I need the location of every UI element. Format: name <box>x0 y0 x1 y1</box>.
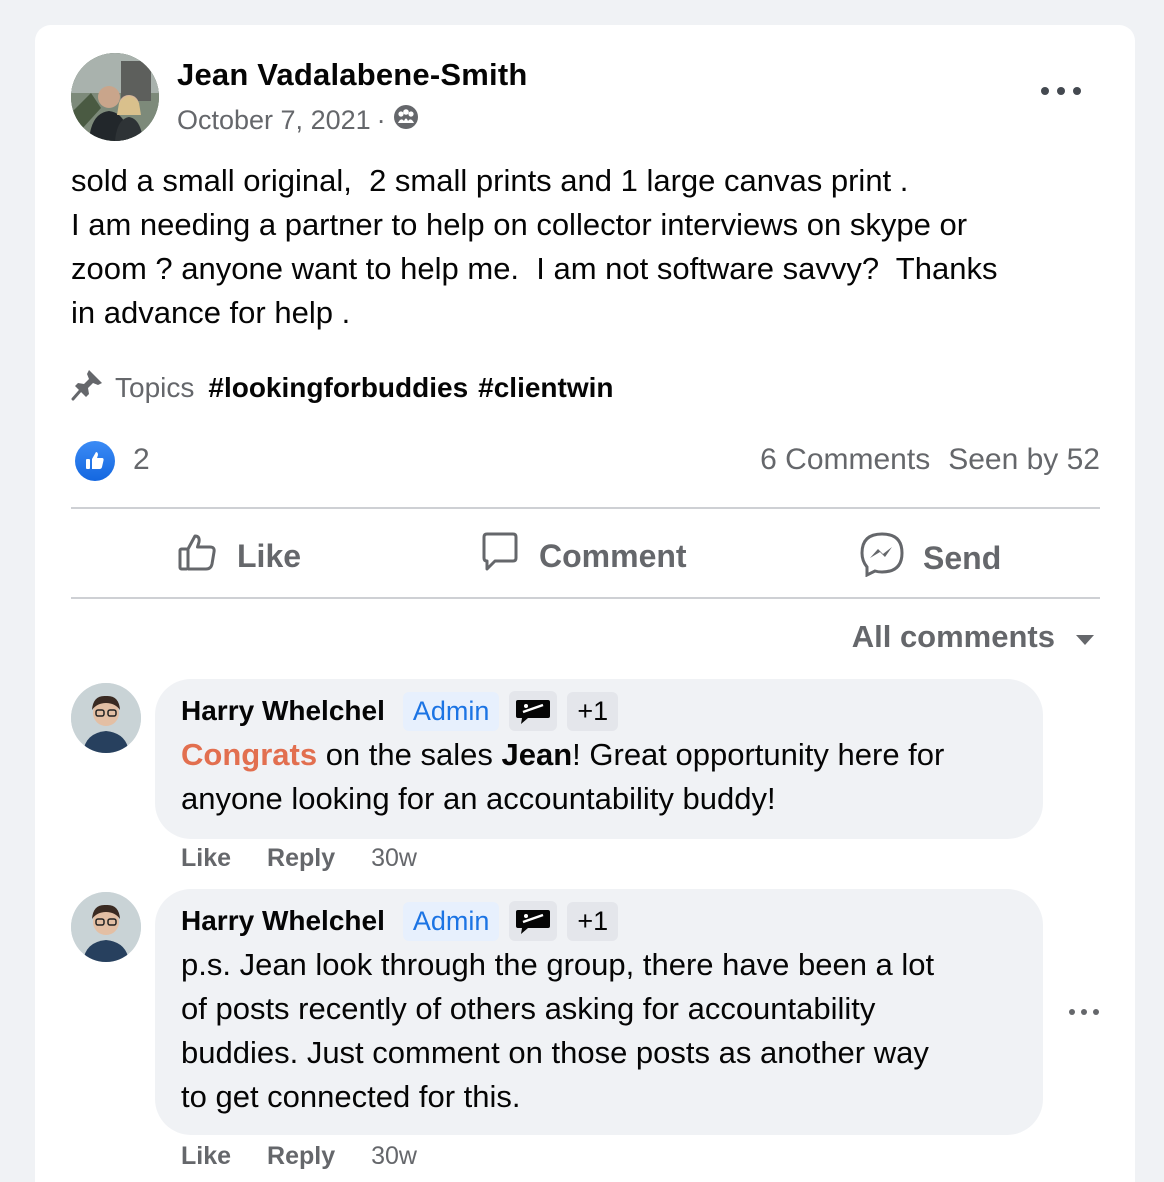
thumbs-up-icon <box>177 531 219 581</box>
comment-sort-dropdown[interactable]: All comments <box>852 619 1095 655</box>
comment-text-part: anyone looking for an accountability bud… <box>181 781 776 816</box>
post-card: Jean Vadalabene-Smith October 7, 2021 · … <box>35 25 1135 1182</box>
commenter-name[interactable]: Harry Whelchel <box>181 905 385 937</box>
comment-actions: Like Reply 30w <box>181 844 417 873</box>
comment-label: Comment <box>539 537 687 574</box>
more-badges-count[interactable]: +1 <box>567 691 619 731</box>
dot <box>1081 1009 1087 1015</box>
post-line: sold a small original, 2 small prints an… <box>71 163 909 198</box>
topics-row: Topics #lookingforbuddies #clientwin <box>71 367 624 408</box>
comment-timestamp[interactable]: 30w <box>371 844 417 873</box>
author-name[interactable]: Jean Vadalabene-Smith <box>177 57 528 93</box>
commenter-name[interactable]: Harry Whelchel <box>181 695 385 727</box>
comment-bubble: Harry Whelchel Admin +1 p.s. Jean look t… <box>155 889 1043 1135</box>
comment-line: buddies. Just comment on those posts as … <box>181 1035 929 1070</box>
commenter-avatar[interactable] <box>71 683 141 753</box>
comment-line: of posts recently of others asking for a… <box>181 991 876 1026</box>
comment-button[interactable]: Comment <box>479 531 687 581</box>
comment-reply-button[interactable]: Reply <box>267 1142 335 1171</box>
comment-line: p.s. Jean look through the group, there … <box>181 947 935 982</box>
highlight-word: Congrats <box>181 737 318 772</box>
topic-tag[interactable]: #lookingforbuddies <box>208 372 468 404</box>
comment-icon <box>479 531 521 581</box>
admin-badge[interactable]: Admin <box>402 691 500 731</box>
dot <box>1057 87 1065 95</box>
admin-badge[interactable]: Admin <box>402 901 500 941</box>
mention[interactable]: Jean <box>501 737 572 772</box>
seen-by[interactable]: Seen by 52 <box>948 443 1100 477</box>
send-button[interactable]: Send <box>859 531 1001 585</box>
comment-text-part: ! Great opportunity here for <box>572 737 945 772</box>
pin-icon <box>71 367 105 408</box>
comment-text-part: on the sales <box>317 737 502 772</box>
comment-actions: Like Reply 30w <box>181 1142 417 1171</box>
reaction-count[interactable]: 2 <box>133 443 150 477</box>
more-badges-count[interactable]: +1 <box>567 901 619 941</box>
post-line: I am needing a partner to help on collec… <box>71 207 968 242</box>
topic-tag[interactable]: #clientwin <box>478 372 613 404</box>
messenger-icon <box>859 531 905 585</box>
sort-label: All comments <box>851 619 1055 654</box>
send-label: Send <box>923 539 1002 576</box>
dot <box>1041 87 1049 95</box>
comments-count[interactable]: 6 Comments <box>760 443 930 477</box>
dot <box>1069 1009 1075 1015</box>
comment-reply-button[interactable]: Reply <box>267 844 335 873</box>
post-line: zoom ? anyone want to help me. I am not … <box>71 251 998 286</box>
post-date[interactable]: October 7, 2021 <box>177 105 371 136</box>
comment-header: Harry Whelchel Admin +1 <box>181 901 1017 941</box>
dot <box>1093 1009 1099 1015</box>
like-label: Like <box>237 537 302 574</box>
conversation-starter-icon[interactable] <box>509 691 558 731</box>
comment-line: to get connected for this. <box>181 1079 521 1114</box>
comment-like-button[interactable]: Like <box>181 844 231 873</box>
post-line: in advance for help . <box>71 295 351 330</box>
post-body: sold a small original, 2 small prints an… <box>71 159 1101 335</box>
post-options-icon[interactable] <box>1041 83 1081 99</box>
group-icon <box>392 103 420 138</box>
like-reaction-icon[interactable] <box>75 441 115 481</box>
divider <box>71 597 1100 599</box>
comment-timestamp[interactable]: 30w <box>371 1142 417 1171</box>
comment-like-button[interactable]: Like <box>181 1142 231 1171</box>
commenter-avatar[interactable] <box>71 892 141 962</box>
divider <box>71 507 1100 509</box>
caret-down-icon <box>1075 619 1095 655</box>
dot <box>1073 87 1081 95</box>
post-meta: October 7, 2021 · <box>177 103 420 138</box>
like-button[interactable]: Like <box>177 531 301 581</box>
comment-text: p.s. Jean look through the group, there … <box>181 943 1017 1119</box>
post-stats: 6 Comments Seen by 52 <box>760 443 1100 477</box>
comment-text: Congrats on the sales Jean! Great opport… <box>181 733 1017 821</box>
author-avatar[interactable] <box>71 53 159 141</box>
comment-options-icon[interactable] <box>1069 1008 1099 1016</box>
comment-bubble: Harry Whelchel Admin +1 Congrats on the … <box>155 679 1043 839</box>
conversation-starter-icon[interactable] <box>509 901 558 941</box>
topics-label: Topics <box>115 371 195 403</box>
meta-separator: · <box>376 105 386 135</box>
comment-header: Harry Whelchel Admin +1 <box>181 691 1017 731</box>
